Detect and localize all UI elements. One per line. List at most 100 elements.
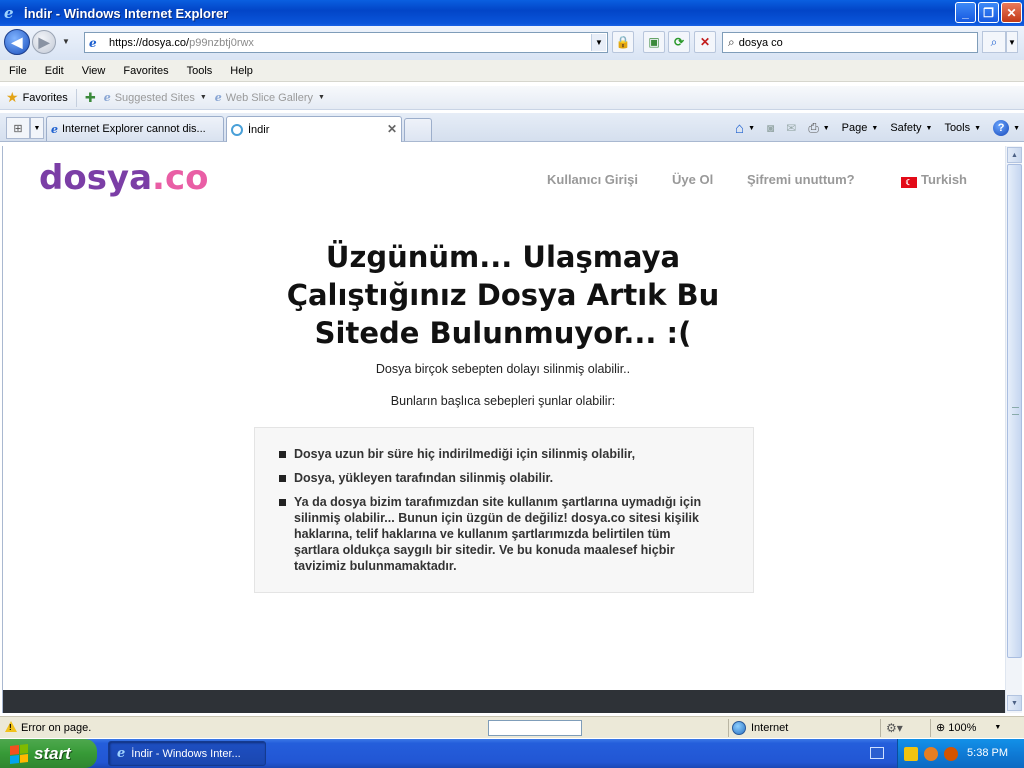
tab-ie-cannot-display[interactable]: e Internet Explorer cannot dis... xyxy=(46,116,224,141)
login-link[interactable]: Kullanıcı Girişi xyxy=(547,172,638,187)
vertical-scrollbar[interactable]: ▲ ▼ xyxy=(1005,146,1022,713)
scroll-up-button[interactable]: ▲ xyxy=(1007,147,1022,163)
add-to-favorites-icon[interactable]: ✚ xyxy=(85,90,96,106)
bullet-icon xyxy=(279,499,286,506)
title-bar[interactable]: e İndir - Windows Internet Explorer _ ❐ … xyxy=(0,0,1024,26)
menu-favorites[interactable]: Favorites xyxy=(114,65,177,77)
address-bar[interactable]: e https://dosya.co/p99nzbtj0rwx ▼ xyxy=(84,32,608,53)
search-provider-icon: ⌕ xyxy=(728,35,735,49)
chevron-down-icon: ▼ xyxy=(1013,124,1020,132)
page-menu[interactable]: Page ▼ xyxy=(842,122,879,134)
ie-logo-icon: e xyxy=(117,746,126,761)
forgot-password-link[interactable]: Şifremi unuttum? xyxy=(747,172,855,187)
help-icon: ? xyxy=(993,120,1010,136)
back-button[interactable]: ◀ xyxy=(4,29,30,55)
stop-button[interactable]: ✕ xyxy=(694,31,716,53)
home-button[interactable]: ⌂ ▼ xyxy=(735,120,755,137)
subtitle-reasons: Bunların başlıca sebepleri şunlar olabil… xyxy=(390,394,616,408)
address-dropdown-icon[interactable]: ▼ xyxy=(591,34,606,51)
recent-pages-dropdown-icon[interactable]: ▼ xyxy=(62,37,70,46)
grid-icon: ⊞ xyxy=(13,122,23,135)
taskbar-item-label: İndir - Windows Inter... xyxy=(131,747,241,760)
menu-help[interactable]: Help xyxy=(221,65,262,77)
new-tab-button[interactable] xyxy=(404,118,432,141)
globe-icon xyxy=(732,721,746,735)
chevron-down-icon: ▼ xyxy=(822,124,830,132)
network-icon[interactable] xyxy=(924,746,938,761)
reasons-list: Dosya uzun bir süre hiç indirilmediği iç… xyxy=(279,446,719,582)
favorites-button[interactable]: ★ Favorites xyxy=(6,89,68,106)
search-options-dropdown-icon[interactable]: ▼ xyxy=(1006,31,1018,53)
quick-tabs-button[interactable]: ⊞ xyxy=(6,117,30,139)
restore-button[interactable]: ❐ xyxy=(978,2,999,23)
home-icon: ⌂ xyxy=(735,119,745,137)
divider xyxy=(880,719,881,737)
register-link[interactable]: Üye Ol xyxy=(672,172,713,187)
feeds-button[interactable]: ◙ xyxy=(767,121,774,135)
scroll-thumb[interactable] xyxy=(1007,164,1022,658)
reason-text: Dosya uzun bir süre hiç indirilmediği iç… xyxy=(294,447,636,461)
site-top-nav: Kullanıcı Girişi Üye Ol Şifremi unuttum?… xyxy=(3,172,1005,190)
language-label: Turkish xyxy=(921,172,967,187)
status-bar: ! Error on page. Internet ⚙▾ ⊕ 100% ▼ xyxy=(0,716,1024,738)
refresh-icon: ⟳ xyxy=(673,35,685,49)
rss-icon: ◙ xyxy=(767,121,775,135)
system-tray: 5:38 PM xyxy=(897,739,1024,768)
chevron-down-icon: ▼ xyxy=(199,94,207,101)
chevron-down-icon: ▼ xyxy=(748,124,756,132)
divider xyxy=(930,719,931,737)
scroll-down-button[interactable]: ▼ xyxy=(1007,695,1022,711)
tools-menu[interactable]: Tools ▼ xyxy=(944,122,981,134)
minimize-button[interactable]: _ xyxy=(955,2,976,23)
antivirus-icon[interactable] xyxy=(944,746,958,761)
tab-label: Internet Explorer cannot dis... xyxy=(62,123,206,135)
search-box[interactable]: ⌕ xyxy=(722,32,978,53)
search-input[interactable] xyxy=(738,36,959,49)
page-icon: e xyxy=(89,35,97,50)
help-button[interactable]: ? ▼ xyxy=(993,120,1020,136)
suggested-sites-link[interactable]: e Suggested Sites ▼ xyxy=(104,91,207,104)
menu-edit[interactable]: Edit xyxy=(36,65,73,77)
refresh-button[interactable]: ⟳ xyxy=(668,31,690,53)
search-button[interactable]: ⌕ xyxy=(982,31,1006,53)
zoom-control[interactable]: ⊕ 100% ▼ xyxy=(936,721,1001,735)
grip-icon xyxy=(1012,407,1019,415)
clock[interactable]: 5:38 PM xyxy=(967,747,1008,759)
language-selector[interactable]: ☾ Turkish xyxy=(901,172,967,188)
taskbar-ie-window[interactable]: e İndir - Windows Inter... xyxy=(108,741,266,766)
list-item: Dosya uzun bir süre hiç indirilmediği iç… xyxy=(279,446,719,462)
star-icon: ★ xyxy=(6,89,19,105)
close-tab-icon[interactable]: ✕ xyxy=(387,122,397,136)
safety-menu[interactable]: Safety ▼ xyxy=(890,122,932,134)
menu-view[interactable]: View xyxy=(73,65,115,77)
web-slice-gallery-link[interactable]: e Web Slice Gallery ▼ xyxy=(215,91,325,104)
url-host: https://dosya.co/ xyxy=(109,36,190,49)
read-mail-button[interactable]: ✉ xyxy=(786,121,796,135)
forward-button[interactable]: ▶ xyxy=(32,30,56,54)
tab-list-dropdown-icon[interactable]: ▼ xyxy=(30,117,44,139)
compatibility-view-icon[interactable]: ▣ xyxy=(643,31,665,53)
safety-menu-label: Safety xyxy=(890,122,922,134)
favorites-bar: ★ Favorites ✚ e Suggested Sites ▼ e Web … xyxy=(0,86,1024,110)
protected-mode-icon[interactable]: ⚙▾ xyxy=(886,721,903,735)
list-item: Ya da dosya bizim tarafımızdan site kull… xyxy=(279,494,719,574)
tab-indir[interactable]: İndir ✕ xyxy=(226,116,402,142)
keyboard-icon[interactable] xyxy=(870,747,884,759)
separator xyxy=(75,88,77,107)
printer-icon: ⎙ xyxy=(808,120,819,135)
print-button[interactable]: ⎙ ▼ xyxy=(808,120,829,136)
command-bar: ⌂ ▼ ◙ ✉ ⎙ ▼ Page ▼ Safety ▼ Tools ▼ ? ▼ xyxy=(723,117,1020,139)
menu-tools[interactable]: Tools xyxy=(178,65,222,77)
stop-icon: ✕ xyxy=(699,35,711,49)
warning-icon[interactable]: ! xyxy=(5,721,17,732)
close-button[interactable]: ✕ xyxy=(1001,2,1022,23)
security-zone[interactable]: Internet xyxy=(732,721,788,735)
security-lock-icon[interactable]: 🔒 xyxy=(612,31,634,53)
error-status-text[interactable]: Error on page. xyxy=(21,722,91,734)
menu-file[interactable]: File xyxy=(0,65,36,77)
ie-page-icon: e xyxy=(51,122,58,136)
security-shield-icon[interactable] xyxy=(904,746,918,761)
chevron-down-icon: ▼ xyxy=(974,124,982,132)
reason-text: Dosya, yükleyen tarafından silinmiş olab… xyxy=(294,471,554,485)
start-button[interactable]: start xyxy=(0,739,97,768)
